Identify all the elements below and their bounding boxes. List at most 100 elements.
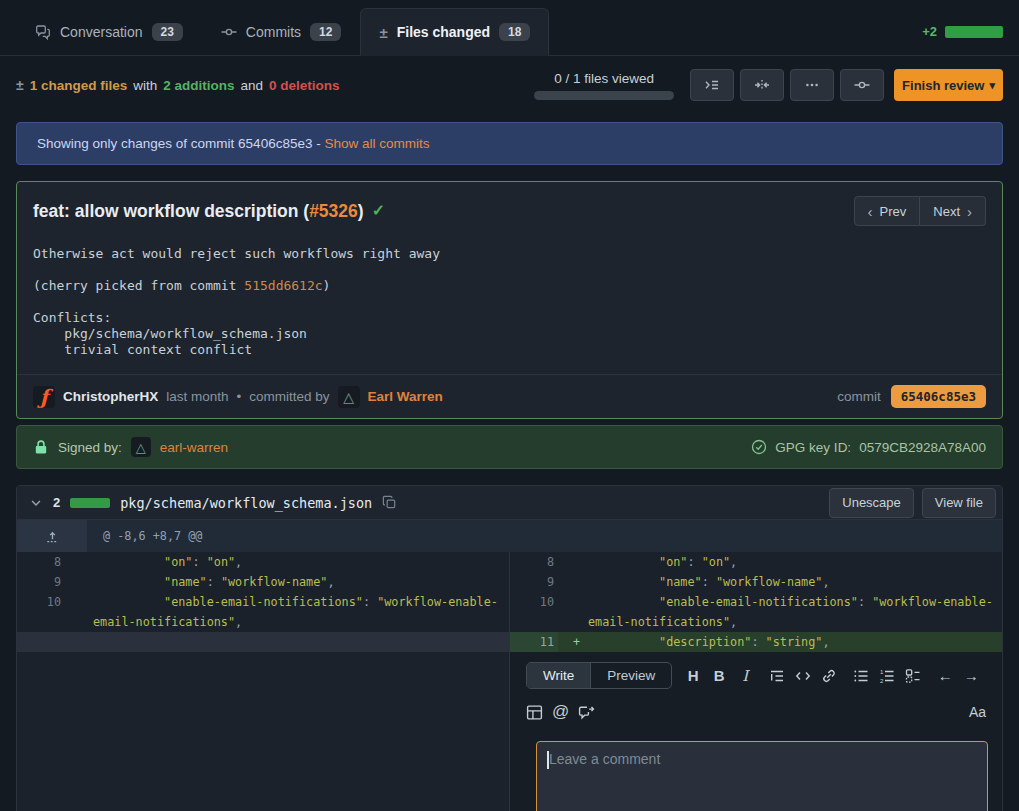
diff-file-name[interactable]: pkg/schema/workflow_schema.json	[120, 495, 372, 511]
deletions-text: 0 deletions	[269, 78, 340, 93]
committer-avatar-logo: △	[343, 390, 354, 404]
whitespace-icon	[754, 77, 770, 93]
code-line-added: "description": "string",	[582, 632, 1002, 652]
signer-name[interactable]: earl-warren	[160, 440, 228, 455]
view-file-button[interactable]: View file	[922, 488, 996, 518]
inline-comment-editor: Write Preview H B I	[510, 652, 1002, 811]
line-op	[558, 592, 582, 632]
write-tab[interactable]: Write	[527, 663, 591, 688]
tab-conversation[interactable]: Conversation 23	[16, 8, 202, 56]
tab-files-changed-count: 18	[499, 23, 530, 41]
commit-hash-badge[interactable]: 65406c85e3	[891, 385, 986, 408]
expand-hunk-button[interactable]	[17, 520, 87, 552]
commit-message: Otherwise act would reject such workflow…	[17, 226, 1002, 374]
line-number-old[interactable]: 9	[17, 572, 65, 592]
line-number-new[interactable]: 9	[510, 572, 558, 592]
line-number-old[interactable]: 10	[17, 592, 65, 632]
commit-label: commit	[837, 389, 881, 404]
line-op	[65, 552, 87, 572]
file-additions-count: 2	[53, 495, 60, 510]
avatar[interactable]: ƒ	[33, 386, 55, 408]
tab-commits[interactable]: Commits 12	[202, 8, 361, 56]
line-number-new[interactable]: 11	[510, 632, 558, 652]
select-commit-button[interactable]	[840, 69, 884, 101]
gpg-key-label: GPG key ID:	[775, 440, 851, 455]
code-line-old: "on": "on",	[87, 552, 509, 572]
commit-filter-banner: Showing only changes of commit 65406c85e…	[16, 122, 1003, 165]
signer-avatar-logo: △	[136, 441, 146, 454]
commit-message-conflicts: Conflicts: pkg/schema/workflow_schema.js…	[33, 310, 307, 357]
line-op	[65, 572, 87, 592]
commit-time: last month	[166, 389, 228, 404]
avatar[interactable]: △	[338, 386, 360, 408]
additions-text: 2 additions	[163, 78, 234, 93]
arrow-left-icon[interactable]: ←	[932, 667, 958, 684]
table-icon[interactable]	[526, 704, 552, 721]
empty-line-placeholder	[17, 632, 509, 652]
tasklist-icon[interactable]	[900, 668, 926, 684]
code-line-new: "on": "on",	[582, 552, 1002, 572]
heading-icon[interactable]: H	[680, 667, 706, 684]
preview-tab[interactable]: Preview	[591, 663, 671, 688]
caret-down-icon: ▾	[989, 79, 995, 92]
italic-icon[interactable]: I	[732, 667, 758, 685]
next-commit-button[interactable]: Next ›	[920, 196, 986, 226]
tab-commits-label: Commits	[246, 24, 301, 40]
list-ordered-icon[interactable]: 12	[874, 668, 900, 684]
signed-banner: Signed by: △ earl-warren GPG key ID: 057…	[16, 425, 1003, 469]
line-number-new[interactable]: 8	[510, 552, 558, 572]
lock-icon	[33, 439, 49, 455]
comment-input[interactable]	[536, 741, 988, 811]
banner-text: Showing only changes of commit 65406c85e…	[37, 136, 324, 151]
whitespace-toggle-button[interactable]	[740, 69, 784, 101]
mention-icon[interactable]: @	[552, 702, 578, 722]
commit-title: feat: allow workflow description (#5326)…	[33, 196, 385, 226]
code-line-new: "name": "workflow-name",	[582, 572, 1002, 592]
show-all-commits-link[interactable]: Show all commits	[324, 136, 429, 151]
commit-author-name[interactable]: ChristopherHX	[63, 389, 158, 404]
tab-files-changed[interactable]: ± Files changed 18	[360, 8, 549, 56]
check-icon: ✓	[372, 196, 385, 226]
line-number-old[interactable]: 8	[17, 552, 65, 572]
tab-commits-count: 12	[310, 23, 341, 41]
diff-file-header: 2 pkg/schema/workflow_schema.json Unesca…	[17, 486, 1002, 520]
pr-number-link[interactable]: #5326	[309, 201, 358, 221]
diff-options-button[interactable]	[790, 69, 834, 101]
file-tree-button[interactable]	[690, 69, 734, 101]
code-icon[interactable]	[790, 668, 816, 684]
view-file-label: View file	[935, 495, 983, 510]
bold-icon[interactable]: B	[706, 667, 732, 684]
unescape-button[interactable]: Unescape	[829, 488, 914, 518]
ellipsis-icon	[804, 77, 820, 93]
code-line-old: "enable-email-notifications": "workflow-…	[87, 592, 509, 632]
diff-file-box: 2 pkg/schema/workflow_schema.json Unesca…	[16, 485, 1003, 811]
list-unordered-icon[interactable]	[848, 668, 874, 684]
quote-icon[interactable]	[764, 668, 790, 684]
svg-text:2: 2	[880, 677, 884, 683]
copy-icon[interactable]	[382, 495, 397, 510]
signed-by-label: Signed by:	[58, 440, 122, 455]
commit-message-line: (cherry picked from commit	[33, 278, 244, 293]
editor-tabs: Write Preview	[526, 662, 672, 689]
files-viewed-progress: 0 / 1 files viewed	[534, 71, 674, 100]
finish-review-label: Finish review	[902, 78, 984, 93]
line-op	[558, 552, 582, 572]
committer-name[interactable]: Earl Warren	[368, 389, 443, 404]
reference-icon[interactable]	[578, 704, 604, 721]
code-line-old: "name": "workflow-name",	[87, 572, 509, 592]
arrow-right-icon[interactable]: →	[958, 667, 984, 684]
diff-stats: +2	[922, 24, 1003, 39]
file-diff-icon: ±	[379, 24, 387, 41]
finish-review-button[interactable]: Finish review ▾	[894, 69, 1003, 101]
cherry-pick-commit-link[interactable]: 515dd6612c	[244, 278, 322, 293]
tab-conversation-count: 23	[152, 23, 183, 41]
chevron-down-icon[interactable]	[29, 496, 43, 510]
prev-commit-button[interactable]: ‹ Prev	[854, 196, 921, 226]
font-size-icon[interactable]: Aa	[969, 704, 986, 720]
verified-icon	[751, 439, 767, 455]
changed-files-count: 1 changed files	[30, 78, 128, 93]
line-number-new[interactable]: 10	[510, 592, 558, 632]
link-icon[interactable]	[816, 668, 842, 684]
avatar[interactable]: △	[131, 437, 151, 457]
commit-message-line: )	[323, 278, 331, 293]
